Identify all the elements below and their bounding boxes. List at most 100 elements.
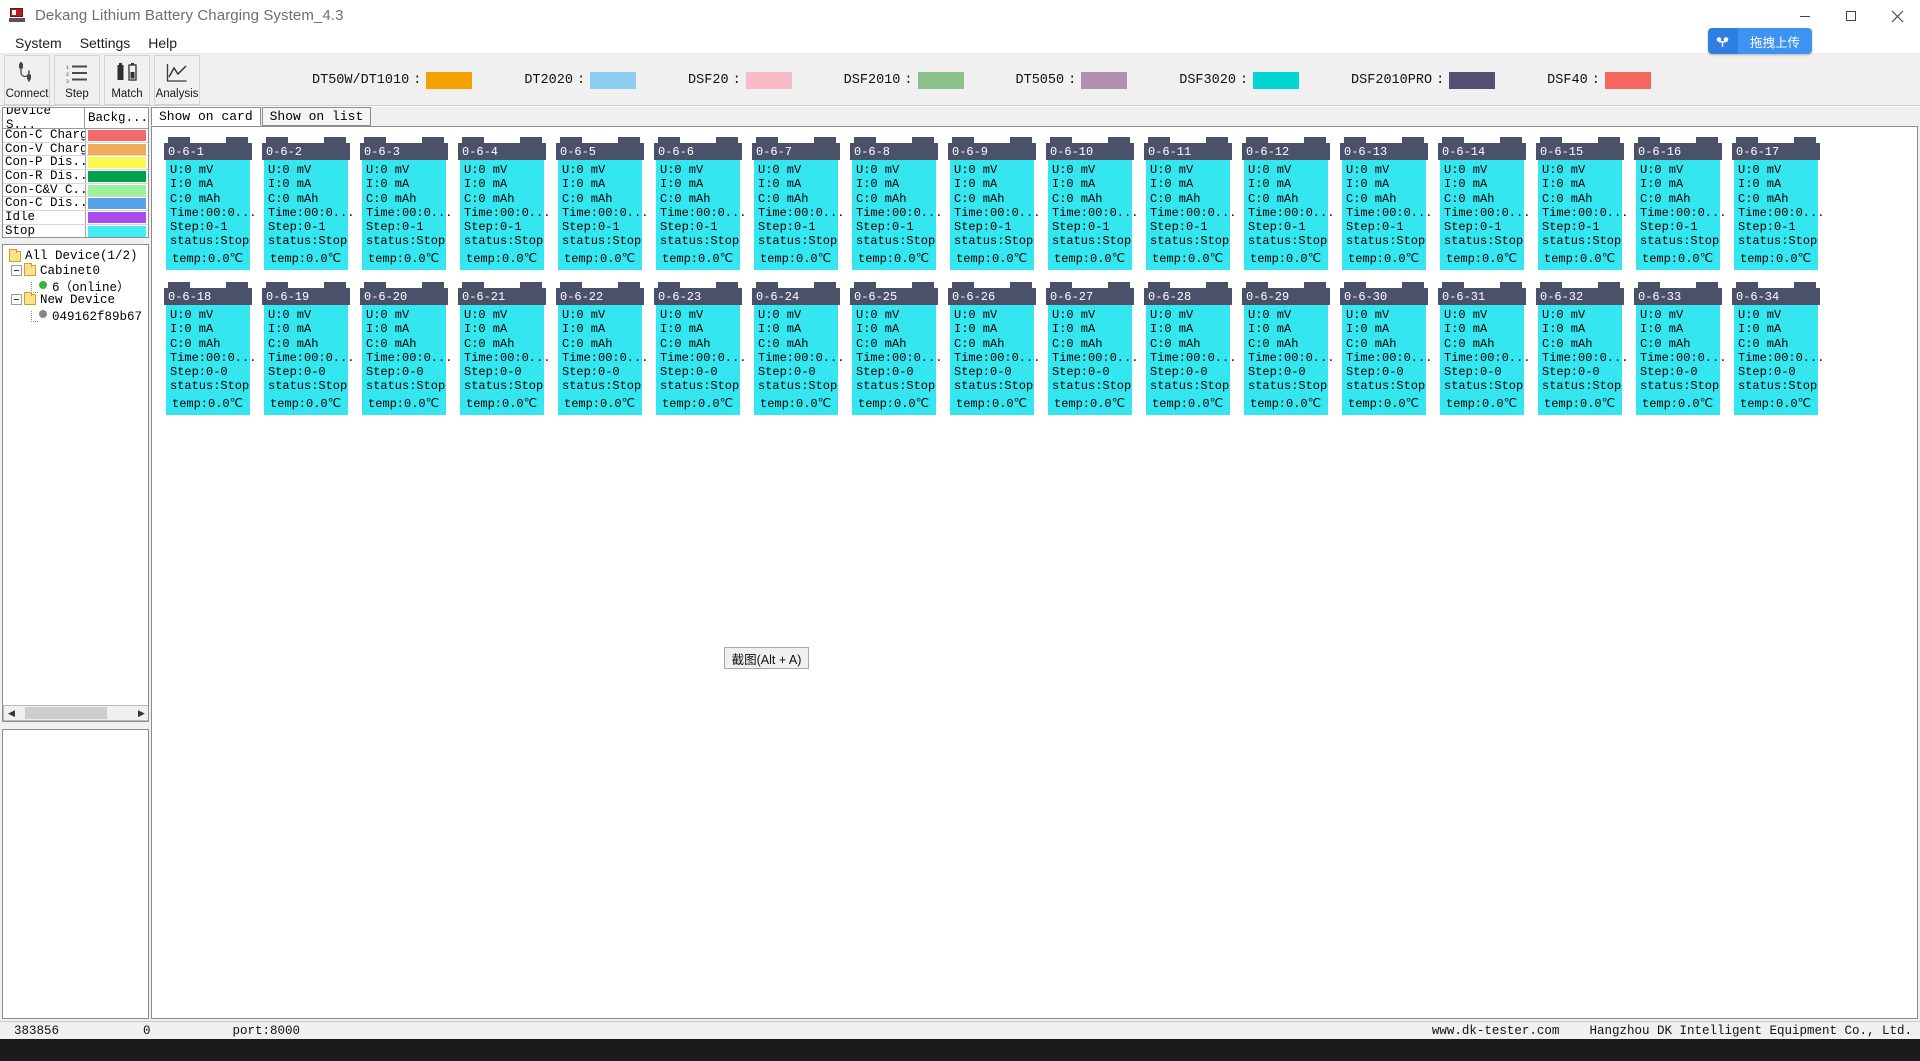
- match-button[interactable]: Match: [104, 55, 150, 105]
- maximize-icon[interactable]: [1828, 0, 1874, 32]
- chevron-right-icon[interactable]: ▶: [134, 706, 148, 720]
- card-step: Step:0-1: [170, 220, 228, 235]
- card-capacity: C:0 mAh: [660, 336, 711, 351]
- status-row-stop[interactable]: Stop: [3, 224, 148, 237]
- status-row-con-p-dis[interactable]: Con-P Dis...: [3, 156, 148, 171]
- battery-card[interactable]: 0-6-1 U:0 mV I:0 mA C:0 mAh Time:00:0... Step…: [164, 137, 256, 272]
- battery-card[interactable]: 0-6-22 U:0 mV I:0 mA C:0 mAh Time:00:0... Ste…: [556, 282, 648, 417]
- card-voltage: U:0 mV: [1444, 163, 1488, 177]
- status-row-con-r-dis[interactable]: Con-R Dis...: [3, 170, 148, 184]
- collapse-toggle-icon[interactable]: [11, 294, 22, 306]
- battery-card[interactable]: 0-6-34 U:0 mV I:0 mA C:0 mAh Time:00:0... Ste…: [1732, 282, 1824, 417]
- tree-node-device-049162f89b67[interactable]: 049162f89b67（o: [7, 307, 148, 324]
- card-capacity: C:0 mAh: [1444, 191, 1495, 206]
- connect-button[interactable]: Connect: [4, 55, 50, 105]
- card-id-label: 0-6-17: [1732, 143, 1820, 160]
- battery-card[interactable]: 0-6-27 U:0 mV I:0 mA C:0 mAh Time:00:0... Ste…: [1046, 282, 1138, 417]
- battery-card[interactable]: 0-6-11 U:0 mV I:0 mA C:0 mAh Time:00:0... Ste…: [1144, 137, 1236, 272]
- card-time: Time:00:0...: [1738, 205, 1825, 220]
- status-row-con-v-charge[interactable]: Con-V Charge: [3, 142, 148, 157]
- battery-card[interactable]: 0-6-5 U:0 mV I:0 mA C:0 mAh Time:00:0... Step…: [556, 137, 648, 272]
- card-id-label: 0-6-18: [164, 288, 252, 305]
- legend-colon: :: [1239, 72, 1249, 88]
- step-button[interactable]: 1 2 3 Step: [54, 55, 100, 105]
- legend-colon: :: [1591, 72, 1600, 88]
- battery-card[interactable]: 0-6-24 U:0 mV I:0 mA C:0 mAh Time:00:0... Ste…: [752, 282, 844, 417]
- battery-card[interactable]: 0-6-4 U:0 mV I:0 mA C:0 mAh Time:00:0... Step…: [458, 137, 550, 272]
- status-row-swatch: [86, 170, 148, 183]
- battery-card[interactable]: 0-6-10 U:0 mV I:0 mA C:0 mAh Time:00:0... Ste…: [1046, 137, 1138, 272]
- status-row-con-cv-charge[interactable]: Con-C&V C...: [3, 183, 148, 198]
- battery-card[interactable]: 0-6-18 U:0 mV I:0 mA C:0 mAh Time:00:0... Ste…: [164, 282, 256, 417]
- battery-card[interactable]: 0-6-21 U:0 mV I:0 mA C:0 mAh Time:00:0... Ste…: [458, 282, 550, 417]
- card-temperature: temp:0.0℃: [564, 252, 636, 266]
- drag-upload-button[interactable]: 拖拽上传: [1707, 28, 1812, 54]
- battery-card[interactable]: 0-6-2 U:0 mV I:0 mA C:0 mAh Time:00:0... Step…: [262, 137, 354, 272]
- tree-node-device-6[interactable]: 6（online）: [7, 278, 148, 295]
- battery-card[interactable]: 0-6-7 U:0 mV I:0 mA C:0 mAh Time:00:0... Step…: [752, 137, 844, 272]
- close-icon[interactable]: [1874, 0, 1920, 32]
- battery-card[interactable]: 0-6-20 U:0 mV I:0 mA C:0 mAh Time:00:0... Ste…: [360, 282, 452, 417]
- battery-card[interactable]: 0-6-30 U:0 mV I:0 mA C:0 mAh Time:00:0... Ste…: [1340, 282, 1433, 417]
- menu-item-system[interactable]: System: [6, 34, 71, 52]
- battery-card[interactable]: 0-6-14 U:0 mV I:0 mA C:0 mAh Time:00:0... Ste…: [1438, 137, 1530, 272]
- card-status: status:Stop: [660, 234, 740, 249]
- battery-card[interactable]: 0-6-32 U:0 mV I:0 mA C:0 mAh Time:00:0... Ste…: [1536, 282, 1628, 417]
- scrollbar-track[interactable]: [19, 706, 134, 720]
- battery-card[interactable]: 0-6-28 U:0 mV I:0 mA C:0 mAh Time:00:0... Ste…: [1144, 282, 1236, 417]
- upload-cloud-icon: [1707, 28, 1738, 54]
- battery-card[interactable]: 0-6-9 U:0 mV I:0 mA C:0 mAh Time:00:0... Step…: [948, 137, 1040, 272]
- card-time: Time:00:0...: [1346, 350, 1433, 365]
- battery-card[interactable]: 0-6-16 U:0 mV I:0 mA C:0 mAh Time:00:0... Ste…: [1634, 137, 1726, 272]
- collapse-toggle-icon[interactable]: [11, 265, 22, 277]
- battery-card[interactable]: 0-6-8 U:0 mV I:0 mA C:0 mAh Time:00:0... Step…: [850, 137, 942, 272]
- status-row-idle[interactable]: Idle: [3, 211, 148, 225]
- legend-swatch-dsf2010pro: [1449, 71, 1496, 89]
- battery-card[interactable]: 0-6-19 U:0 mV I:0 mA C:0 mAh Time:00:0... Ste…: [262, 282, 354, 417]
- card-id-label: 0-6-34: [1732, 288, 1820, 305]
- card-id-label: 0-6-28: [1144, 288, 1232, 305]
- card-voltage: U:0 mV: [1150, 308, 1194, 322]
- card-current: I:0 mA: [1542, 177, 1586, 192]
- battery-card[interactable]: 0-6-13 U:0 mV I:0 mA C:0 mAh Time:00:0... Ste…: [1340, 137, 1433, 272]
- battery-card[interactable]: 0-6-33 U:0 mV I:0 mA C:0 mAh Time:00:0... Ste…: [1634, 282, 1726, 417]
- tab-show-on-card[interactable]: Show on card: [151, 107, 261, 126]
- battery-card[interactable]: 0-6-25 U:0 mV I:0 mA C:0 mAh Time:00:0... Ste…: [850, 282, 942, 417]
- legend-item-dsf20: DSF20 :: [688, 71, 792, 89]
- card-temperature: temp:0.0℃: [368, 397, 440, 411]
- card-step: Step:0-0: [1444, 365, 1502, 380]
- card-step: Step:0-1: [1346, 220, 1404, 235]
- card-voltage: U:0 mV: [1248, 163, 1292, 177]
- tree-horizontal-scrollbar[interactable]: ◀ ▶: [3, 705, 148, 721]
- card-time: Time:00:0...: [1346, 205, 1433, 220]
- legend-item-dsf2010pro: DSF2010PRO :: [1351, 71, 1496, 89]
- scrollbar-thumb[interactable]: [25, 707, 107, 719]
- battery-card[interactable]: 0-6-31 U:0 mV I:0 mA C:0 mAh Time:00:0... Ste…: [1438, 282, 1530, 417]
- analysis-button[interactable]: Analysis: [154, 55, 200, 105]
- status-row-con-c-charge[interactable]: Con-C Charge: [3, 129, 148, 143]
- battery-card[interactable]: 0-6-29 U:0 mV I:0 mA C:0 mAh Time:00:0... Ste…: [1242, 282, 1334, 417]
- battery-card[interactable]: 0-6-17 U:0 mV I:0 mA C:0 mAh Time:00:0... Ste…: [1732, 137, 1825, 272]
- card-capacity: C:0 mAh: [954, 191, 1005, 206]
- card-body: U:0 mV I:0 mA C:0 mAh Time:00:0... Step:0-0 s…: [1244, 305, 1334, 415]
- status-row-con-c-dis[interactable]: Con-C Dis...: [3, 197, 148, 212]
- card-step: Step:0-1: [856, 220, 914, 235]
- menu-item-help[interactable]: Help: [139, 34, 186, 52]
- battery-card[interactable]: 0-6-6 U:0 mV I:0 mA C:0 mAh Time:00:0... Step…: [654, 137, 746, 272]
- svg-text:2: 2: [66, 72, 69, 78]
- legend-label: DT2020: [524, 72, 573, 88]
- chevron-left-icon[interactable]: ◀: [4, 706, 19, 720]
- screenshot-tooltip[interactable]: 截图(Alt + A): [724, 647, 809, 669]
- card-id-label: 0-6-29: [1242, 288, 1330, 305]
- card-current: I:0 mA: [1052, 177, 1096, 192]
- battery-card[interactable]: 0-6-23 U:0 mV I:0 mA C:0 mAh Time:00:0... Ste…: [654, 282, 746, 417]
- battery-card[interactable]: 0-6-15 U:0 mV I:0 mA C:0 mAh Time:00:0... Ste…: [1536, 137, 1628, 272]
- card-status: status:Stop: [758, 379, 838, 394]
- tree-node-all-device[interactable]: All Device(1/2): [7, 248, 148, 264]
- tab-show-on-list[interactable]: Show on list: [261, 107, 372, 126]
- legend-item-dsf40: DSF40 :: [1547, 71, 1651, 89]
- battery-card[interactable]: 0-6-3 U:0 mV I:0 mA C:0 mAh Time:00:0... Step…: [360, 137, 452, 272]
- battery-card[interactable]: 0-6-12 U:0 mV I:0 mA C:0 mAh Time:00:0... Ste…: [1242, 137, 1334, 272]
- menu-item-settings[interactable]: Settings: [71, 34, 140, 52]
- battery-card[interactable]: 0-6-26 U:0 mV I:0 mA C:0 mAh Time:00:0... Ste…: [948, 282, 1040, 417]
